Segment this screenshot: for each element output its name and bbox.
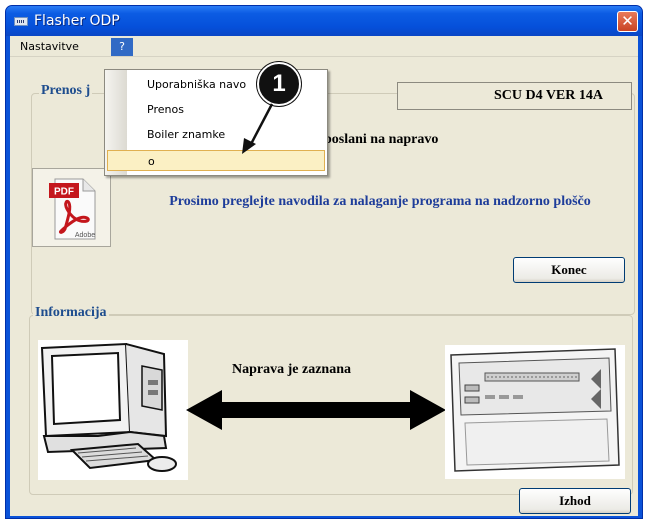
menu-nastavitve[interactable]: Nastavitve	[16, 38, 83, 56]
exit-button[interactable]: Izhod	[519, 488, 631, 514]
close-button[interactable]: ✕	[617, 11, 638, 32]
pdf-manual-button[interactable]: PDF Adobe	[32, 168, 111, 247]
end-button[interactable]: Konec	[513, 257, 625, 283]
app-icon	[14, 17, 28, 26]
menu-item-boiler-brands[interactable]: Boiler znamke	[127, 124, 327, 145]
pdf-icon: PDF Adobe	[49, 178, 96, 240]
info-group-title: Informacija	[33, 305, 109, 321]
pdf-brand: Adobe	[75, 232, 95, 239]
computer-icon	[38, 340, 188, 480]
transfer-group-title: Prenos j	[39, 83, 93, 99]
menu-item-transfer[interactable]: Prenos	[127, 99, 327, 120]
double-arrow-icon	[186, 390, 446, 430]
menu-bar: Nastavitve ?	[10, 36, 638, 57]
status-text: poslani na napravo	[324, 132, 439, 147]
menu-item-about[interactable]: o	[107, 150, 325, 171]
version-field: SCU D4 VER 14A	[397, 82, 632, 110]
controller-device-icon	[445, 345, 625, 479]
title-bar[interactable]: Flasher ODP ✕	[6, 6, 642, 36]
callout-arrow-icon	[242, 103, 274, 154]
window-title: Flasher ODP	[34, 13, 120, 29]
instruction-message: Prosimo preglejte navodila za nalaganje …	[169, 194, 591, 209]
pdf-label: PDF	[54, 187, 74, 198]
menu-help[interactable]: ?	[111, 38, 133, 56]
device-detected-text: Naprava je zaznana	[232, 362, 351, 377]
